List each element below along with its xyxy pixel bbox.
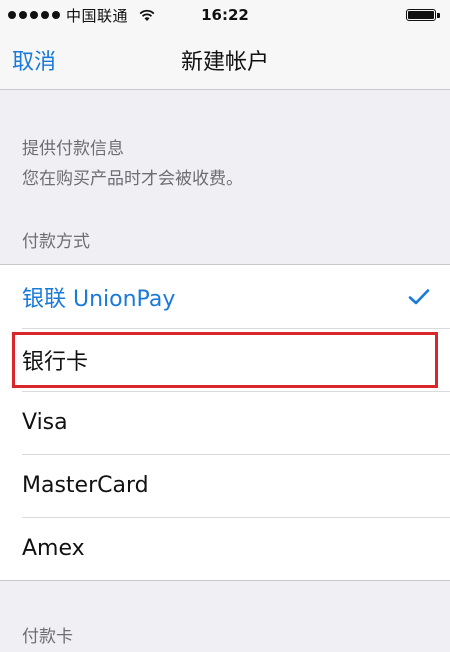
signal-dots-icon (8, 11, 60, 19)
card-section-header: 付款卡 (22, 627, 73, 647)
payment-option-label: Visa (22, 410, 68, 435)
payment-option-label: 银行卡 (22, 349, 89, 375)
status-bar: 中国联通 16:22 (0, 0, 450, 30)
payment-option-label: 银联 UnionPay (22, 286, 176, 312)
payment-method-header: 付款方式 (22, 232, 90, 252)
payment-option-mastercard[interactable]: MasterCard (0, 454, 450, 517)
checkmark-icon (408, 288, 430, 304)
carrier-name: 中国联通 (66, 6, 129, 25)
battery-icon (406, 8, 440, 22)
payment-option-bank-card[interactable]: 银行卡 (0, 328, 450, 391)
payment-option-label: MasterCard (22, 473, 149, 498)
payment-option-visa[interactable]: Visa (0, 391, 450, 454)
navigation-bar: 取消 新建帐户 (0, 30, 450, 90)
status-left: 中国联通 (8, 5, 156, 26)
page-title: 新建帐户 (180, 50, 269, 75)
payment-option-amex[interactable]: Amex (0, 517, 450, 580)
wifi-icon (139, 9, 155, 21)
payment-option-unionpay[interactable]: 银联 UnionPay (0, 265, 450, 328)
payment-method-list: 银联 UnionPay 银行卡 Visa MasterCard Amex (0, 264, 450, 581)
payment-info-note: 您在购买产品时才会被收费。 (22, 169, 243, 189)
payment-info: 提供付款信息 您在购买产品时才会被收费。 (22, 134, 243, 194)
payment-option-label: Amex (22, 536, 85, 561)
payment-info-title: 提供付款信息 (22, 139, 124, 159)
